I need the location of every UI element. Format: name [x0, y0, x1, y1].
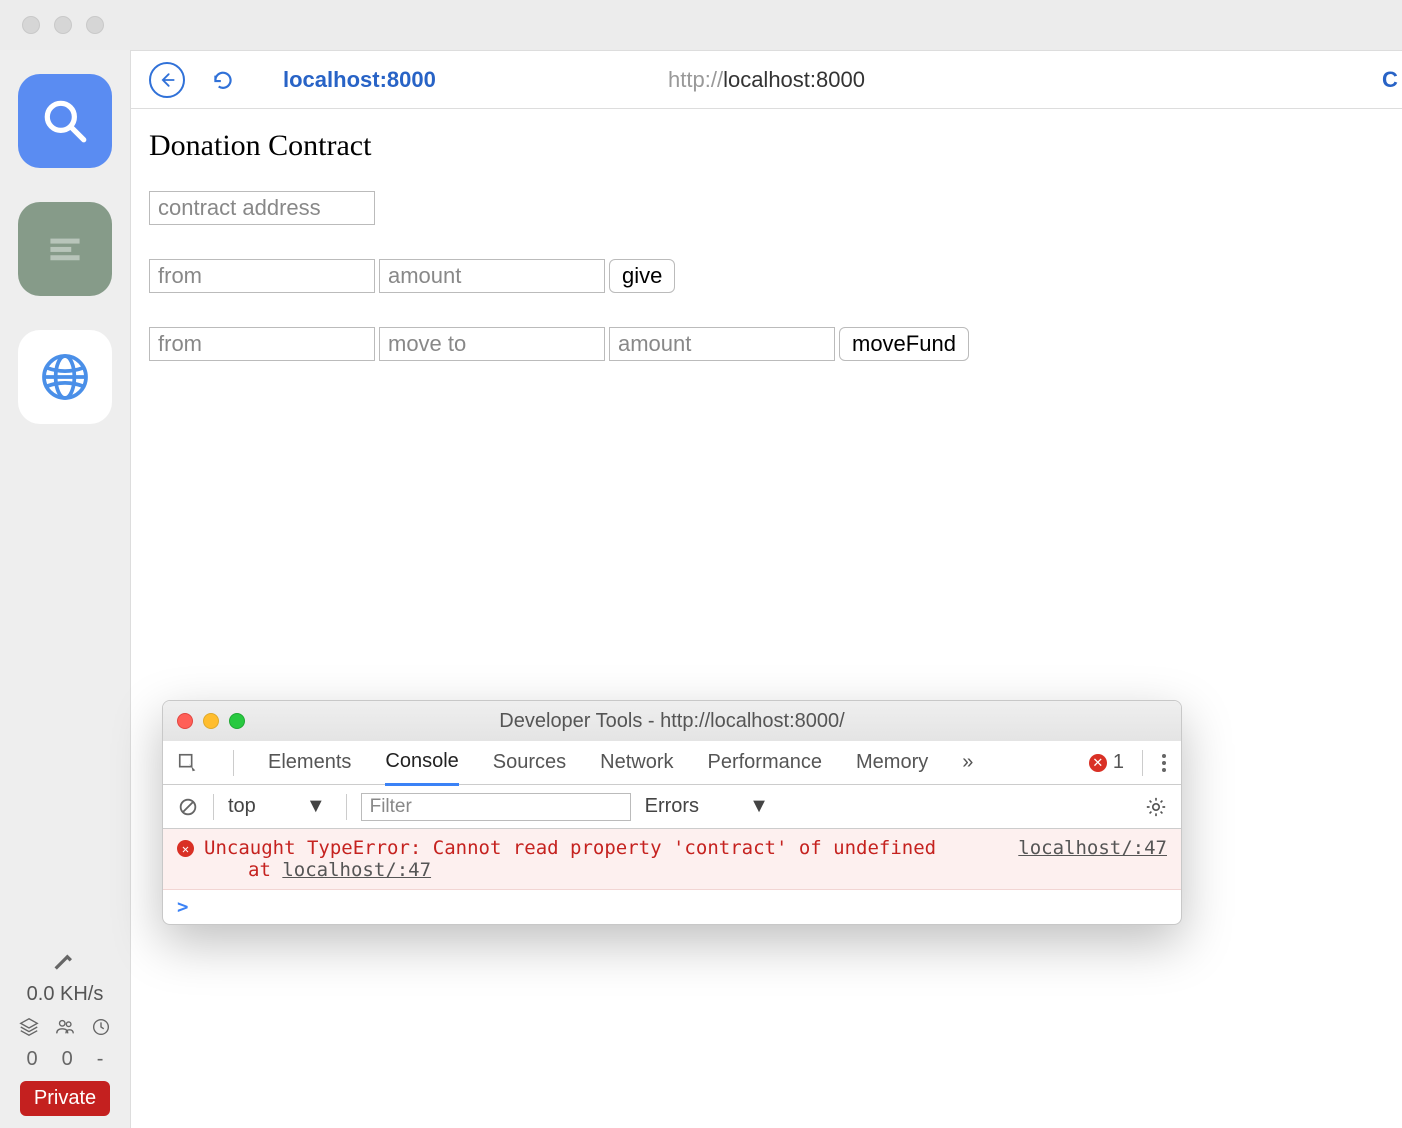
give-button[interactable]: give [609, 259, 675, 293]
globe-icon [37, 349, 93, 405]
tab-elements[interactable]: Elements [268, 741, 351, 784]
clock-icon [90, 1016, 112, 1038]
search-icon [40, 96, 90, 146]
console-filterbar: top ▼ Errors ▼ [163, 785, 1181, 829]
devtools-minimize-icon[interactable] [203, 713, 219, 729]
console-prompt[interactable]: > [163, 890, 1181, 924]
stat-a: 0 [27, 1048, 38, 1071]
error-message: Uncaught TypeError: Cannot read property… [204, 837, 936, 859]
browser-toolbar: localhost:8000 http://localhost:8000 C [131, 51, 1402, 109]
minimize-window-icon[interactable] [54, 16, 72, 34]
url-scheme: http:// [668, 67, 723, 92]
prompt-chevron-icon: > [177, 896, 188, 918]
sidebar-document-button[interactable] [18, 202, 112, 296]
url-display[interactable]: http://localhost:8000 [668, 67, 865, 93]
give-from-input[interactable] [149, 259, 375, 293]
window-titlebar [0, 0, 1402, 50]
console-error-entry: ✕ Uncaught TypeError: Cannot read proper… [163, 829, 1181, 890]
tab-memory[interactable]: Memory [856, 741, 928, 784]
movefund-row: moveFund [149, 327, 1384, 361]
contract-address-input[interactable] [149, 191, 375, 225]
devtools-maximize-icon[interactable] [229, 713, 245, 729]
error-icon: ✕ [177, 840, 194, 857]
arrow-left-icon [157, 70, 177, 90]
error-stack-link[interactable]: localhost/:47 [282, 859, 431, 881]
close-window-icon[interactable] [22, 16, 40, 34]
clear-console-icon[interactable] [177, 796, 199, 818]
refresh-button[interactable] [205, 62, 241, 98]
hammer-icon [51, 951, 79, 979]
kebab-menu-icon[interactable] [1161, 752, 1167, 774]
give-amount-input[interactable] [379, 259, 605, 293]
devtools-titlebar[interactable]: Developer Tools - http://localhost:8000/ [163, 701, 1181, 741]
error-source-link[interactable]: localhost/:47 [1018, 837, 1167, 859]
layers-icon [18, 1016, 40, 1038]
private-badge[interactable]: Private [20, 1081, 110, 1116]
url-host: localhost:8000 [723, 67, 865, 92]
log-level-selector[interactable]: Errors ▼ [645, 795, 775, 818]
move-amount-input[interactable] [609, 327, 835, 361]
back-button[interactable] [149, 62, 185, 98]
tabs-overflow[interactable]: » [962, 741, 973, 784]
move-to-input[interactable] [379, 327, 605, 361]
level-label: Errors [645, 795, 699, 818]
error-at-prefix: at [248, 859, 282, 881]
tab-network[interactable]: Network [600, 741, 673, 784]
devtools-close-icon[interactable] [177, 713, 193, 729]
users-icon [54, 1016, 76, 1038]
sidebar-search-button[interactable] [18, 74, 112, 168]
move-from-input[interactable] [149, 327, 375, 361]
maximize-window-icon[interactable] [86, 16, 104, 34]
chevron-down-icon: ▼ [749, 795, 769, 818]
devtools-window: Developer Tools - http://localhost:8000/… [162, 700, 1182, 925]
page-title: Donation Contract [149, 129, 1384, 163]
host-label[interactable]: localhost:8000 [283, 67, 436, 93]
console-filter-input[interactable] [361, 793, 631, 821]
movefund-button[interactable]: moveFund [839, 327, 969, 361]
context-selector[interactable]: top ▼ [228, 795, 332, 818]
devtools-title: Developer Tools - http://localhost:8000/ [499, 710, 844, 733]
app-sidebar: 0.0 KH/s 0 0 - Private [0, 50, 130, 1128]
toolbar-right-fragment: C [1382, 67, 1402, 93]
contract-address-row [149, 191, 1384, 225]
error-count-icon: ✕ [1089, 754, 1107, 772]
mini-stats-values: 0 0 - [27, 1048, 104, 1071]
stat-c: - [97, 1048, 104, 1071]
refresh-icon [210, 67, 236, 93]
tab-sources[interactable]: Sources [493, 741, 566, 784]
tab-performance[interactable]: Performance [708, 741, 823, 784]
error-count: 1 [1113, 751, 1124, 774]
chevron-down-icon: ▼ [306, 795, 326, 818]
mini-stats-icons [18, 1016, 112, 1038]
stat-b: 0 [62, 1048, 73, 1071]
browser-pane: localhost:8000 http://localhost:8000 C D… [130, 50, 1402, 1128]
hashrate-label: 0.0 KH/s [27, 983, 104, 1006]
devtools-tabs: Elements Console Sources Network Perform… [163, 741, 1181, 785]
page-content: Donation Contract give moveFund [131, 109, 1402, 415]
document-lines-icon [40, 224, 90, 274]
tab-console[interactable]: Console [385, 740, 458, 786]
gear-icon[interactable] [1145, 796, 1167, 818]
context-label: top [228, 795, 256, 818]
sidebar-browser-button[interactable] [18, 330, 112, 424]
inspect-icon[interactable] [177, 752, 199, 774]
give-row: give [149, 259, 1384, 293]
